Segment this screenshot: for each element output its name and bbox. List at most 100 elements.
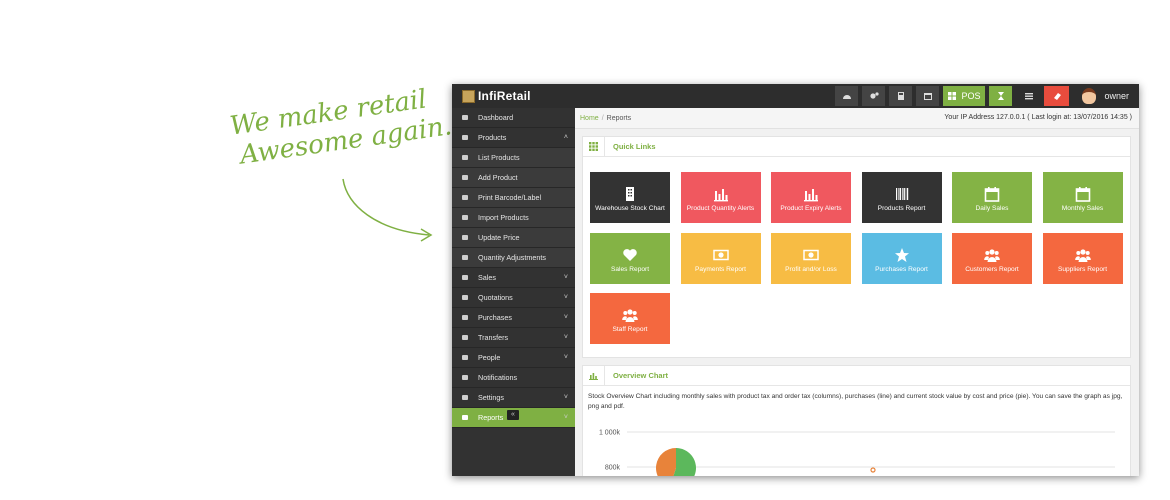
- settings-button[interactable]: [862, 86, 885, 106]
- star-outline-icon: [452, 335, 478, 340]
- tag-icon: [452, 195, 478, 200]
- chevron-down-icon: ˅: [563, 354, 568, 361]
- logo[interactable]: InfiRetail: [462, 89, 531, 103]
- pos-label: POS: [961, 91, 981, 101]
- quick-link-label: Suppliers Report: [1057, 265, 1108, 273]
- sidebar-item-label: Import Products: [478, 213, 529, 222]
- quick-link-label: Sales Report: [610, 265, 650, 273]
- sidebar-item-label: Products: [478, 133, 507, 142]
- quick-link-staff-report[interactable]: Staff Report: [590, 293, 670, 344]
- quick-link-label: Purchases Report: [875, 265, 928, 273]
- heart-icon: [623, 248, 637, 261]
- users-icon: [984, 248, 1000, 262]
- quick-link-product-quantity-alerts[interactable]: Product Quantity Alerts: [680, 172, 761, 223]
- quick-link-suppliers-report[interactable]: Suppliers Report: [1042, 232, 1123, 284]
- breadcrumb-separator: /: [601, 114, 604, 122]
- money-icon: [452, 235, 478, 240]
- file-icon: [452, 215, 478, 220]
- clear-button[interactable]: [1044, 86, 1069, 106]
- sidebar-item-purchases[interactable]: Purchases ˅: [452, 308, 575, 328]
- sidebar-item-quantity-adjustments[interactable]: Quantity Adjustments: [452, 248, 575, 268]
- eraser-icon: [1053, 93, 1061, 100]
- sidebar-item-import-products[interactable]: Import Products: [452, 208, 575, 228]
- sidebar-item-people[interactable]: People ˅: [452, 348, 575, 368]
- quick-links-panel: Quick Links Warehouse Stock Chart Product…: [582, 136, 1131, 358]
- quick-link-profit-and-or-loss[interactable]: Profit and/or Loss: [771, 232, 851, 284]
- cogs-icon: [869, 92, 879, 99]
- quick-link-label: Daily Sales: [975, 205, 1009, 212]
- bar-chart-icon: [713, 189, 728, 202]
- users-icon: [622, 309, 638, 322]
- users-icon: [1074, 248, 1091, 262]
- sidebar-item-print-barcode-label[interactable]: Print Barcode/Label: [452, 188, 575, 208]
- bar-chart-icon: [583, 365, 605, 386]
- alerts-button[interactable]: [989, 86, 1012, 106]
- bar-chart-icon: [452, 415, 478, 420]
- calendar-icon: [1075, 187, 1090, 202]
- sidebar-item-label: Dashboard: [478, 113, 514, 122]
- sidebar-item-label: Print Barcode/Label: [478, 193, 542, 202]
- sidebar-item-label: Transfers: [478, 333, 509, 342]
- breadcrumb: Home / Reports Your IP Address 127.0.0.1…: [575, 108, 1139, 129]
- quick-link-label: Product Expiry Alerts: [780, 205, 842, 212]
- sidebar-item-label: Sales: [478, 273, 496, 282]
- sidebar-collapse-button[interactable]: «: [507, 410, 519, 420]
- quick-link-warehouse-stock-chart[interactable]: Warehouse Stock Chart: [590, 172, 670, 223]
- sidebar-item-sales[interactable]: Sales ˅: [452, 268, 575, 288]
- line-point[interactable]: [870, 467, 876, 473]
- ip-info: Your IP Address 127.0.0.1 ( Last login a…: [944, 114, 1132, 121]
- top-bar: InfiRetail POS owner: [452, 84, 1139, 108]
- sidebar-item-label: List Products: [478, 153, 520, 162]
- chevron-down-icon: ˅: [563, 334, 568, 341]
- calculator-button[interactable]: [889, 86, 912, 106]
- calendar-button[interactable]: [916, 86, 939, 106]
- quick-link-label: Customers Report: [965, 265, 1019, 273]
- sidebar-item-label: Add Product: [478, 173, 518, 182]
- quick-link-monthly-sales[interactable]: Monthly Sales: [1042, 172, 1123, 223]
- breadcrumb-home-link[interactable]: Home: [580, 115, 599, 122]
- sidebar-item-label: Quantity Adjustments: [478, 253, 546, 262]
- quick-link-purchases-report[interactable]: Purchases Report: [861, 232, 942, 284]
- quick-link-sales-report[interactable]: Sales Report: [590, 232, 670, 284]
- quick-link-payments-report[interactable]: Payments Report: [680, 232, 761, 284]
- grid-icon: [583, 136, 605, 157]
- sidebar-item-add-product[interactable]: Add Product: [452, 168, 575, 188]
- sidebar-item-transfers[interactable]: Transfers ˅: [452, 328, 575, 348]
- dashboard-button[interactable]: [835, 86, 858, 106]
- quick-link-daily-sales[interactable]: Daily Sales: [952, 172, 1032, 223]
- logo-icon: [462, 89, 475, 103]
- list-icon: [1024, 93, 1033, 100]
- quick-link-products-report[interactable]: Products Report: [861, 172, 942, 223]
- quick-link-label: Warehouse Stock Chart: [595, 205, 665, 212]
- star-icon: [894, 247, 909, 262]
- sidebar-item-update-price[interactable]: Update Price: [452, 228, 575, 248]
- sidebar-item-notifications[interactable]: Notifications: [452, 368, 575, 388]
- list-button[interactable]: [1017, 86, 1040, 106]
- calculator-icon: [897, 92, 904, 100]
- quick-links-header: Quick Links: [583, 136, 1130, 157]
- pos-button[interactable]: POS: [943, 86, 985, 106]
- pie-slice[interactable]: [656, 448, 676, 476]
- sidebar-item-dashboard[interactable]: Dashboard: [452, 108, 575, 128]
- y-tick-label: 1 000k: [599, 430, 621, 437]
- user-menu[interactable]: owner: [1082, 87, 1129, 105]
- sidebar-item-quotations[interactable]: Quotations ˅: [452, 288, 575, 308]
- barcode-icon: [452, 155, 478, 160]
- sidebar-item-products[interactable]: Products ˄: [452, 128, 575, 148]
- quick-link-label: Products Report: [877, 205, 926, 212]
- chevron-down-icon: ˅: [563, 414, 568, 421]
- arrow-icon: [342, 178, 433, 242]
- breadcrumb-current: Reports: [606, 114, 632, 122]
- quick-link-label: Profit and/or Loss: [785, 265, 837, 273]
- sidebar-item-list-products[interactable]: List Products: [452, 148, 575, 168]
- cog-icon: [452, 395, 478, 400]
- barcode-icon: [452, 135, 478, 140]
- sidebar-item-label: Update Price: [478, 233, 520, 242]
- sidebar-item-settings[interactable]: Settings ˅: [452, 388, 575, 408]
- quick-link-customers-report[interactable]: Customers Report: [952, 232, 1032, 284]
- filter-icon: [452, 255, 478, 260]
- y-tick-label: 800k: [605, 465, 621, 472]
- quick-link-product-expiry-alerts[interactable]: Product Expiry Alerts: [771, 172, 851, 223]
- dashboard-icon: [842, 95, 851, 99]
- quick-link-label: Product Quantity Alerts: [686, 205, 755, 212]
